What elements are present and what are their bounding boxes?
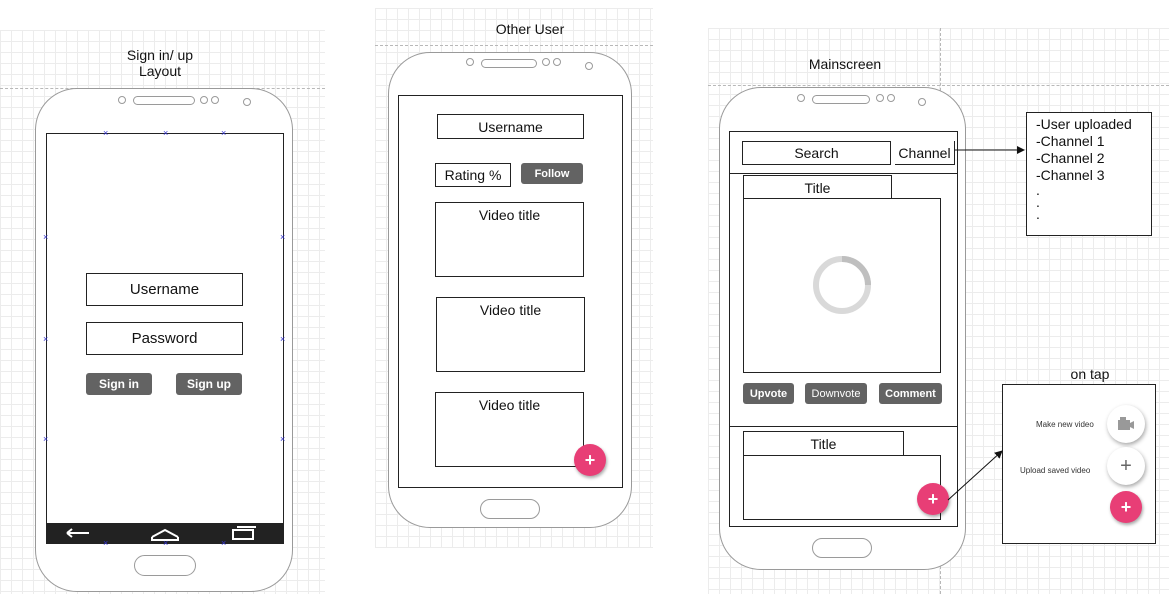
connector-arrows xyxy=(947,146,1025,501)
fab-arrow xyxy=(947,450,1003,501)
